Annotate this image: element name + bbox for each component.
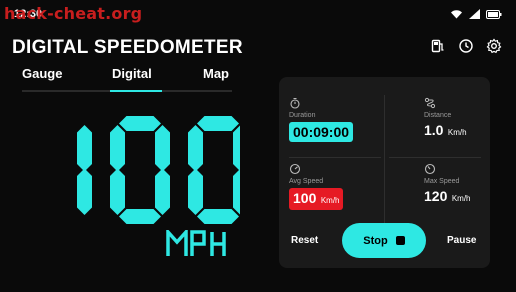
duration-label: Duration — [289, 112, 316, 119]
fuel-icon[interactable] — [430, 38, 446, 54]
reset-button[interactable]: Reset — [291, 235, 318, 246]
max-speed-stat: Max Speed 120 Km/h — [424, 163, 470, 206]
segment-b — [77, 125, 92, 172]
max-speed-unit: Km/h — [451, 194, 471, 203]
segment-f — [188, 125, 203, 172]
wifi-icon — [451, 10, 462, 19]
tab-gauge[interactable]: Gauge — [22, 66, 62, 81]
distance-stat: Distance 1.0 Km/h — [424, 97, 467, 140]
stop-label: Stop — [363, 234, 388, 247]
stopwatch-icon — [290, 97, 300, 109]
avg-speed-value: 100 — [293, 190, 317, 206]
segment-d — [119, 209, 161, 224]
gauge-icon — [424, 163, 436, 175]
segment-c — [155, 168, 170, 215]
duration-value: 00:09:00 — [289, 122, 354, 142]
avg-speed-stat: Avg Speed 100 Km/h — [289, 163, 344, 210]
divider — [289, 157, 381, 158]
gear-icon[interactable] — [486, 38, 502, 54]
segment-c — [233, 169, 240, 215]
battery-icon — [486, 9, 502, 19]
speed-digit — [77, 125, 92, 215]
segment-b — [233, 125, 240, 171]
header-actions — [430, 38, 502, 54]
max-speed-value: 120 — [424, 188, 448, 204]
segment-c — [77, 168, 92, 215]
unit-letter — [210, 232, 226, 256]
tab-active-indicator — [110, 90, 162, 92]
segment-e — [188, 168, 203, 215]
stop-icon — [395, 236, 405, 245]
segment-f — [110, 125, 125, 172]
distance-value: 1.0 — [424, 122, 444, 138]
segment-a — [119, 116, 161, 131]
avg-speed-box: 100 Km/h — [289, 188, 344, 210]
distance-unit: Km/h — [447, 128, 467, 137]
view-tabs: Gauge Digital Map — [22, 66, 242, 92]
speed-digit — [110, 116, 170, 224]
segment-a — [197, 116, 239, 131]
distance-label: Distance — [424, 112, 452, 119]
clock-icon[interactable] — [458, 38, 474, 54]
avg-speed-label: Avg Speed — [289, 178, 324, 185]
duration-stat: Duration 00:09:00 — [289, 97, 354, 142]
divider — [389, 157, 481, 158]
avg-speed-unit: Km/h — [320, 196, 340, 205]
route-icon — [424, 97, 436, 109]
speed-unit — [166, 230, 226, 256]
divider — [384, 95, 385, 223]
watermark: hack-cheat.org — [4, 4, 143, 23]
segment-b — [155, 125, 170, 172]
page-title: DIGITAL SPEEDOMETER — [12, 37, 243, 58]
pause-button[interactable]: Pause — [447, 235, 476, 246]
stop-button[interactable]: Stop — [342, 223, 426, 258]
max-speed-label: Max Speed — [424, 178, 460, 185]
unit-letter — [166, 230, 188, 256]
segment-d — [197, 209, 239, 224]
speed-digits — [77, 116, 240, 224]
signal-icon — [469, 9, 480, 19]
unit-letter — [190, 230, 206, 256]
speed-icon — [289, 163, 301, 175]
tab-digital[interactable]: Digital — [112, 66, 152, 81]
tab-map[interactable]: Map — [203, 66, 229, 81]
status-icons — [450, 9, 502, 19]
speed-digit — [188, 116, 240, 224]
segment-e — [110, 168, 125, 215]
